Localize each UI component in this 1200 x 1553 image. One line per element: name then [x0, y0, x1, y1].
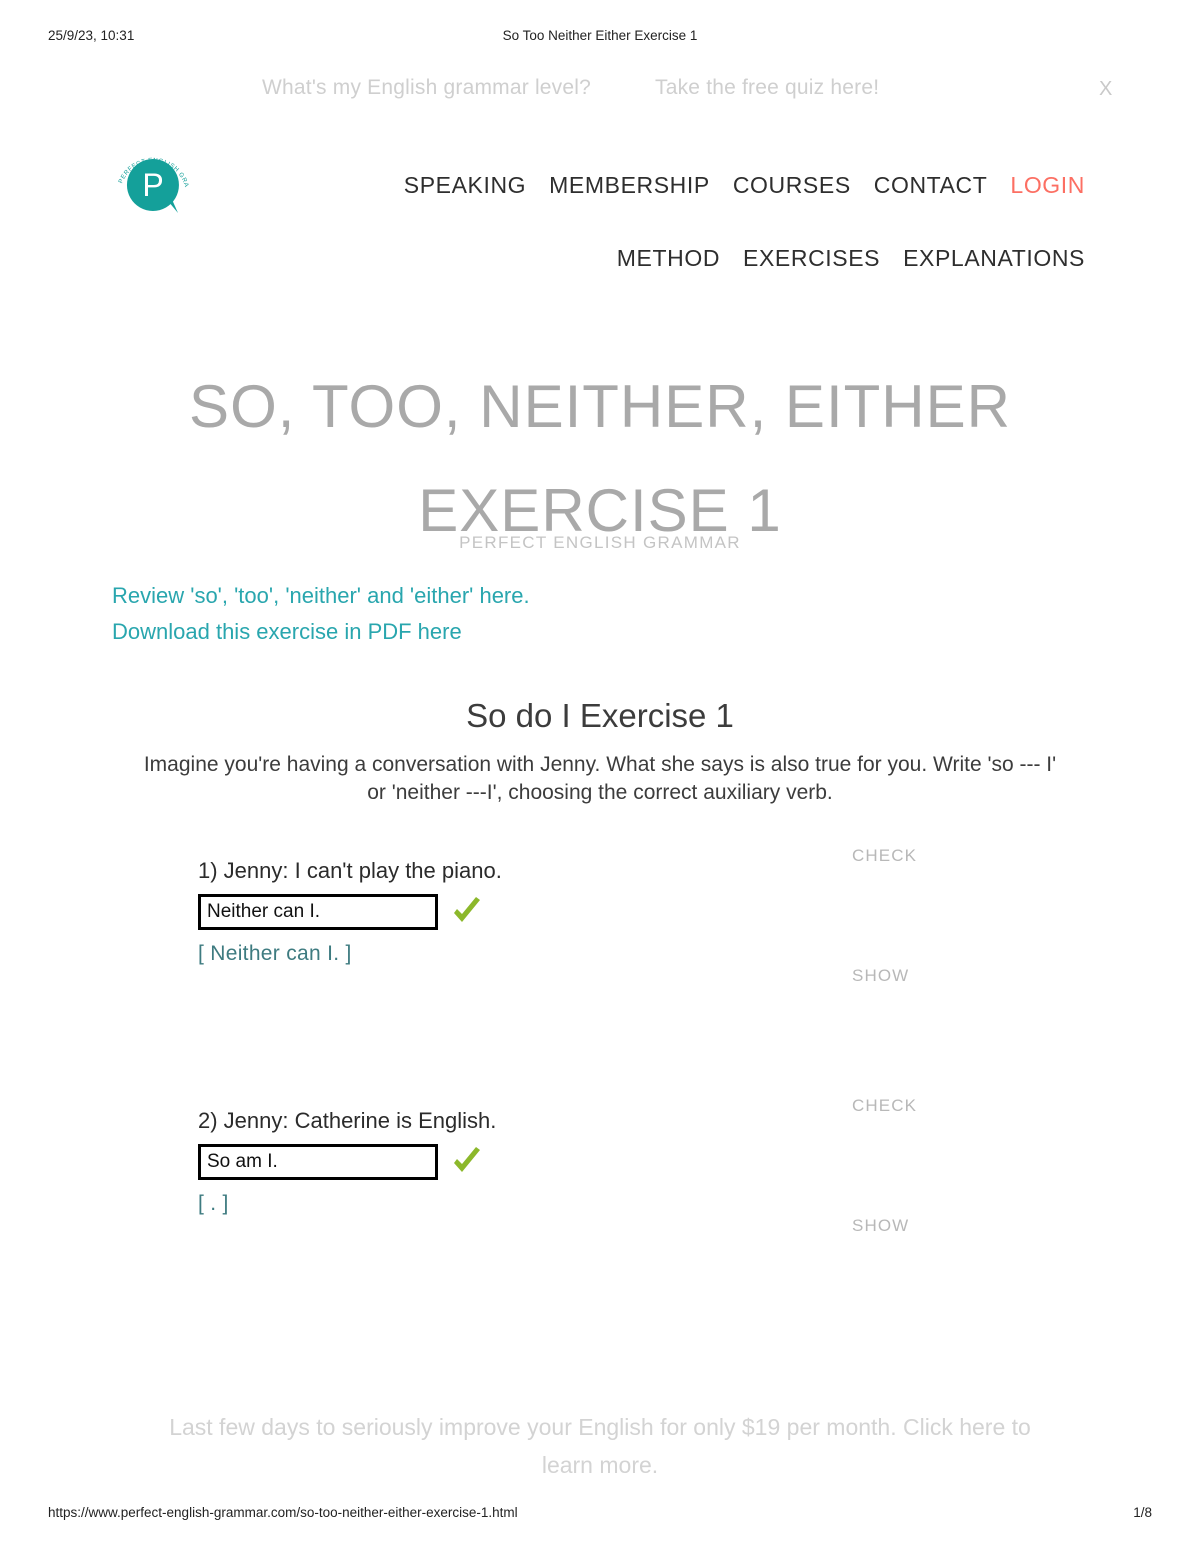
- print-title: So Too Neither Either Exercise 1: [502, 28, 698, 43]
- page-title: SO, TOO, NEITHER, EITHER EXERCISE 1: [189, 373, 1011, 545]
- page-subtitle: PERFECT ENGLISH GRAMMAR: [459, 533, 741, 552]
- answer-input[interactable]: [198, 1144, 438, 1180]
- question-actions: CHECK SHOW: [852, 1096, 1012, 1236]
- review-link[interactable]: Review 'so', 'too', 'neither' and 'eithe…: [112, 583, 530, 609]
- promo-banner: What's my English grammar level? Take th…: [0, 76, 1200, 114]
- nav-item-exercises[interactable]: EXERCISES: [743, 245, 880, 272]
- nav-item-courses[interactable]: COURSES: [733, 172, 851, 199]
- exercise-instructions: Imagine you're having a conversation wit…: [143, 753, 1057, 804]
- exercise-heading: So do I Exercise 1: [466, 697, 734, 735]
- check-button[interactable]: CHECK: [852, 846, 917, 866]
- bottom-promo-banner[interactable]: Last few days to seriously improve your …: [150, 1408, 1050, 1484]
- nav-item-contact[interactable]: CONTACT: [874, 172, 988, 199]
- answer-input[interactable]: [198, 894, 438, 930]
- close-icon[interactable]: X: [1099, 78, 1112, 101]
- nav-item-login[interactable]: LOGIN: [1010, 172, 1085, 199]
- correct-check-icon: [450, 1144, 484, 1180]
- correct-check-icon: [450, 894, 484, 930]
- question-actions: CHECK SHOW: [852, 846, 1012, 986]
- nav-item-explanations[interactable]: EXPLANATIONS: [903, 245, 1085, 272]
- show-button[interactable]: SHOW: [852, 1216, 909, 1236]
- primary-nav: SPEAKING MEMBERSHIP COURSES CONTACT LOGI…: [0, 172, 1085, 199]
- print-footer: https://www.perfect-english-grammar.com/…: [0, 1505, 1200, 1525]
- nav-item-speaking[interactable]: SPEAKING: [404, 172, 526, 199]
- nav-item-membership[interactable]: MEMBERSHIP: [549, 172, 710, 199]
- show-button[interactable]: SHOW: [852, 966, 909, 986]
- check-button[interactable]: CHECK: [852, 1096, 917, 1116]
- secondary-nav: METHOD EXERCISES EXPLANATIONS: [0, 245, 1085, 272]
- promo-quiz-link[interactable]: Take the free quiz here!: [655, 76, 879, 100]
- print-header: 25/9/23, 10:31 So Too Neither Either Exe…: [0, 28, 1200, 48]
- page-number: 1/8: [1133, 1505, 1152, 1520]
- pdf-download-link[interactable]: Download this exercise in PDF here: [112, 619, 462, 645]
- promo-question: What's my English grammar level?: [262, 76, 592, 99]
- nav-item-method[interactable]: METHOD: [617, 245, 720, 272]
- page-url: https://www.perfect-english-grammar.com/…: [48, 1505, 518, 1520]
